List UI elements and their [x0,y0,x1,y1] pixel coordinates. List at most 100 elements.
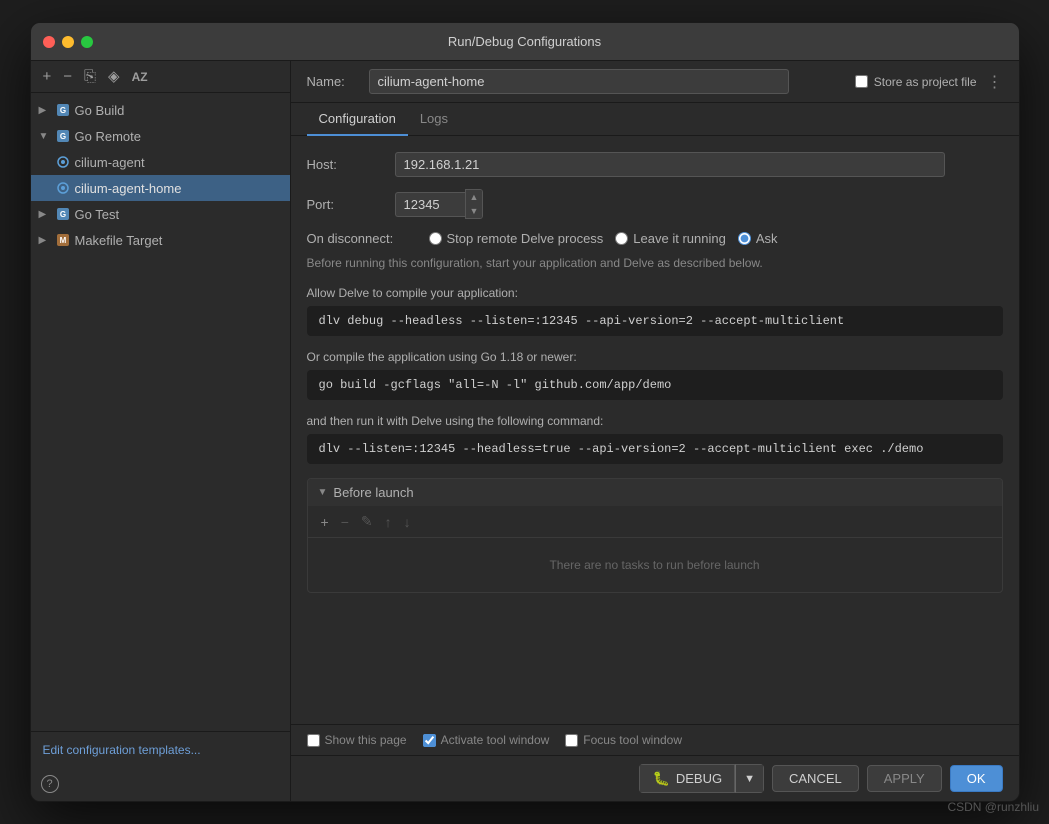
sidebar-bottom: ? [31,767,290,801]
sidebar-item-go-build[interactable]: ▶ G Go Build [31,97,290,123]
cilium-agent-label: cilium-agent [75,155,145,170]
tab-configuration[interactable]: Configuration [307,103,408,136]
store-project-container: Store as project file ⋮ [855,72,1003,92]
name-input[interactable] [369,69,789,94]
activate-tool-option[interactable]: Activate tool window [423,733,550,747]
disconnect-label: On disconnect: [307,231,417,246]
tab-logs[interactable]: Logs [408,103,460,136]
before-launch-down-button[interactable]: ↓ [401,513,414,531]
debug-button-group: 🐛 DEBUG ▼ [639,764,764,793]
focus-tool-option[interactable]: Focus tool window [565,733,682,747]
port-input[interactable] [395,192,465,217]
cilium-agent-icon [55,154,71,170]
ok-button[interactable]: OK [950,765,1003,792]
before-launch-header[interactable]: ▼ Before launch [308,479,1002,506]
watermark: CSDN @runzhliu [947,800,1039,814]
debug-button[interactable]: 🐛 DEBUG [639,764,735,793]
radio-leave[interactable] [615,232,628,245]
apply-button[interactable]: APPLY [867,765,942,792]
svg-text:G: G [59,106,65,115]
add-config-button[interactable]: + [39,67,56,86]
store-project-checkbox[interactable] [855,75,868,88]
store-project-more-icon[interactable]: ⋮ [987,72,1003,92]
sidebar-item-makefile-target[interactable]: ▶ M Makefile Target [31,227,290,253]
traffic-lights [43,36,93,48]
debug-dropdown-button[interactable]: ▼ [735,764,764,793]
folder-config-button[interactable]: ◈ [104,67,124,86]
svg-text:M: M [59,236,66,245]
sidebar-item-cilium-agent[interactable]: cilium-agent [31,149,290,175]
cilium-agent-home-icon [55,180,71,196]
before-launch-edit-button[interactable]: ✎ [358,512,376,531]
show-page-option[interactable]: Show this page [307,733,407,747]
host-row: Host: [307,152,1003,177]
debug-label: DEBUG [676,771,722,786]
sidebar-item-go-test[interactable]: ▶ G Go Test [31,201,290,227]
makefile-label: Makefile Target [75,233,163,248]
activate-tool-checkbox[interactable] [423,734,436,747]
makefile-icon: M [55,232,71,248]
radio-stop-label[interactable]: Stop remote Delve process [429,231,604,246]
before-launch-up-button[interactable]: ↑ [382,513,395,531]
config-panel: Name: Store as project file ⋮ Configurat… [291,61,1019,801]
go-remote-arrow: ▼ [39,131,51,142]
allow-delve-section: Allow Delve to compile your application:… [307,286,1003,336]
disconnect-row: On disconnect: Stop remote Delve process… [307,231,1003,246]
activate-tool-label: Activate tool window [441,733,550,747]
sidebar-item-cilium-agent-home[interactable]: cilium-agent-home [31,175,290,201]
show-page-checkbox[interactable] [307,734,320,747]
radio-stop-text: Stop remote Delve process [447,231,604,246]
footer-buttons: 🐛 DEBUG ▼ CANCEL APPLY OK [291,755,1019,801]
go-test-label: Go Test [75,207,120,222]
before-launch-remove-button[interactable]: − [338,513,352,531]
radio-leave-label[interactable]: Leave it running [615,231,726,246]
config-form: Host: Port: ▲ ▼ On disconn [291,136,1019,724]
radio-ask-label[interactable]: Ask [738,231,778,246]
before-launch-toolbar: + − ✎ ↑ ↓ [308,506,1002,538]
then-run-cmd: dlv --listen=:12345 --headless=true --ap… [307,434,1003,464]
sidebar-footer: Edit configuration templates... [31,731,290,767]
go-remote-icon: G [55,128,71,144]
port-increment-button[interactable]: ▲ [466,190,483,204]
help-icon[interactable]: ? [41,775,59,793]
store-project-label: Store as project file [874,75,977,89]
bottom-checks: Show this page Activate tool window Focu… [291,724,1019,755]
edit-templates-link[interactable]: Edit configuration templates... [43,743,201,757]
config-header: Name: Store as project file ⋮ [291,61,1019,103]
svg-text:G: G [59,210,65,219]
host-label: Host: [307,157,387,172]
remove-config-button[interactable]: − [59,67,76,86]
focus-tool-label: Focus tool window [583,733,682,747]
go-build-icon: G [55,102,71,118]
port-spinner: ▲ ▼ [395,189,484,219]
info-text: Before running this configuration, start… [307,254,1003,272]
sidebar-item-go-remote[interactable]: ▼ G Go Remote [31,123,290,149]
before-launch-empty-text: There are no tasks to run before launch [308,538,1002,592]
window-title: Run/Debug Configurations [448,34,601,49]
host-input[interactable] [395,152,945,177]
or-compile-cmd: go build -gcflags "all=-N -l" github.com… [307,370,1003,400]
sort-config-button[interactable]: AZ [128,69,152,85]
radio-leave-text: Leave it running [633,231,726,246]
before-launch-add-button[interactable]: + [318,513,332,531]
or-compile-label: Or compile the application using Go 1.18… [307,350,1003,364]
close-traffic-light[interactable] [43,36,55,48]
radio-ask[interactable] [738,232,751,245]
copy-config-button[interactable]: ⎘ [80,67,100,86]
cancel-button[interactable]: CANCEL [772,765,859,792]
maximize-traffic-light[interactable] [81,36,93,48]
port-decrement-button[interactable]: ▼ [466,204,483,218]
tabs-row: Configuration Logs [291,103,1019,136]
debug-bug-icon: 🐛 [652,770,669,787]
sidebar-tree: ▶ G Go Build ▼ G [31,93,290,731]
before-launch-section: ▼ Before launch + − ✎ ↑ ↓ There are no t… [307,478,1003,593]
port-spinner-buttons: ▲ ▼ [465,189,484,219]
radio-stop[interactable] [429,232,442,245]
radio-ask-text: Ask [756,231,778,246]
before-launch-chevron: ▼ [318,487,328,498]
sidebar: + − ⎘ ◈ AZ ▶ G Go Build [31,61,291,801]
minimize-traffic-light[interactable] [62,36,74,48]
go-test-arrow: ▶ [39,209,51,220]
or-compile-section: Or compile the application using Go 1.18… [307,350,1003,400]
focus-tool-checkbox[interactable] [565,734,578,747]
